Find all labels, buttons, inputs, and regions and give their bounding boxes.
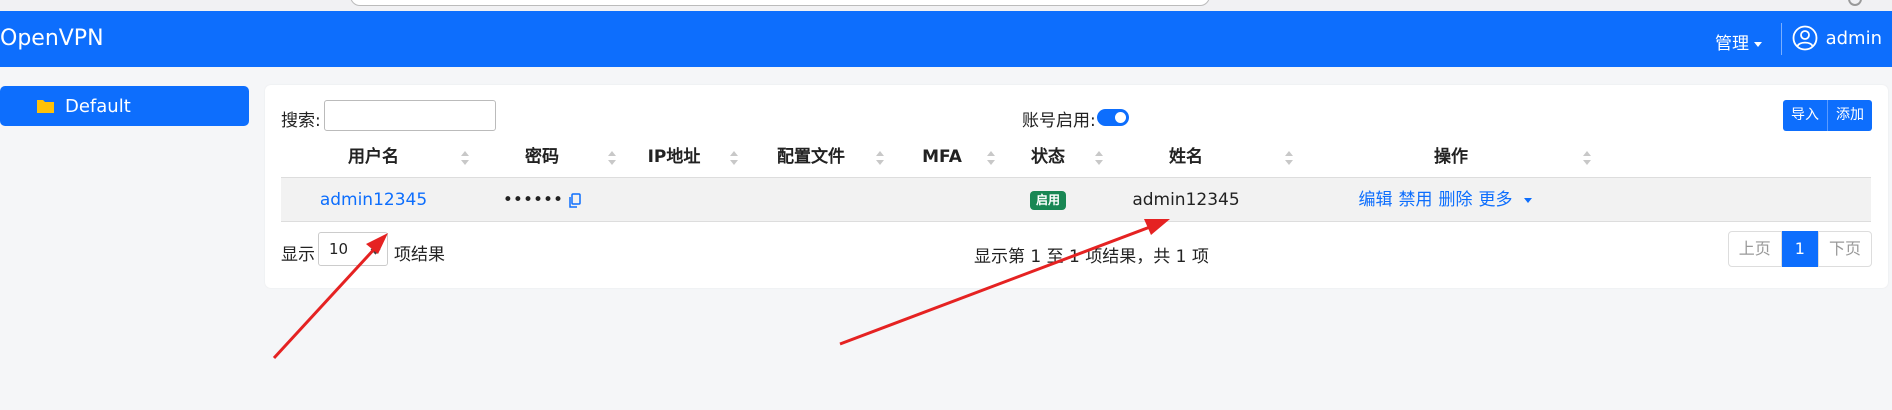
column-header-config[interactable]: 配置文件 (746, 140, 876, 175)
user-circle-icon (1792, 25, 1817, 51)
sort-icon[interactable] (730, 151, 738, 165)
caret-down-icon (1754, 41, 1762, 47)
column-header-username[interactable]: 用户名 (281, 140, 466, 175)
page-length-suffix: 项结果 (394, 245, 445, 265)
sort-icon[interactable] (876, 151, 884, 165)
user-menu-label: admin (1825, 27, 1882, 49)
import-button[interactable]: 导入 (1783, 100, 1828, 131)
column-header-password[interactable]: 密码 (477, 140, 607, 175)
chevron-down-icon (370, 244, 381, 255)
table-info: 显示第 1 至 1 项结果，共 1 项 (974, 247, 1209, 267)
toggle-knob (1115, 112, 1126, 123)
search-label: 搜索: (281, 111, 321, 131)
page-length-label: 显示 (281, 245, 315, 265)
column-header-label: 状态 (1031, 147, 1065, 167)
column-header-label: 用户名 (348, 147, 399, 167)
action-button-group: 导入 添加 (1783, 100, 1872, 131)
column-header-label: 密码 (525, 147, 559, 167)
browser-chrome-strip (0, 0, 1892, 11)
search-input[interactable] (324, 100, 496, 131)
cell-username: admin12345 (281, 178, 466, 223)
table-row: admin12345 •••••• 启用 admin12345 编辑 禁用 删除 更多 (281, 177, 1871, 222)
masked-password: •••••• (502, 190, 564, 210)
column-header-label: 姓名 (1169, 147, 1203, 167)
column-header-label: 配置文件 (777, 147, 845, 167)
sort-icon[interactable] (461, 151, 469, 165)
cell-password: •••••• (477, 178, 607, 223)
disable-link[interactable]: 禁用 (1399, 190, 1433, 210)
top-navbar: OpenVPN 管理 admin (0, 11, 1892, 67)
cell-config (746, 178, 876, 223)
column-header-status[interactable]: 状态 (1003, 140, 1093, 175)
table-header: 用户名 密码 IP地址 配置文件 MFA 状态 姓名 操作 (281, 140, 1871, 175)
edit-link[interactable]: 编辑 (1359, 190, 1393, 210)
more-dropdown[interactable]: 更多 (1479, 190, 1538, 210)
column-header-actions[interactable]: 操作 (1301, 140, 1601, 175)
sidebar-item-default[interactable]: Default (0, 86, 249, 126)
prev-page-button[interactable]: 上页 (1727, 231, 1782, 267)
cell-status: 启用 (1003, 178, 1093, 223)
users-panel: 搜索: 账号启用: 导入 添加 用户名 密码 IP地址 配置文件 MFA 状态 … (265, 85, 1888, 288)
column-header-mfa[interactable]: MFA (892, 140, 992, 175)
cell-ip (624, 178, 724, 223)
address-bar[interactable] (350, 0, 1210, 6)
sort-icon[interactable] (1095, 151, 1103, 165)
column-header-label: MFA (922, 147, 962, 167)
column-header-label: 操作 (1434, 147, 1468, 167)
pagination: 上页 1 下页 (1727, 231, 1872, 267)
column-header-label: IP地址 (647, 147, 701, 167)
browser-menu-icon[interactable] (1848, 0, 1862, 6)
navbar-divider (1781, 23, 1782, 55)
next-page-button[interactable]: 下页 (1817, 231, 1872, 267)
cell-actions: 编辑 禁用 删除 更多 (1301, 178, 1601, 223)
column-header-name[interactable]: 姓名 (1111, 140, 1261, 175)
brand-title[interactable]: OpenVPN (0, 26, 104, 51)
sort-icon[interactable] (1285, 151, 1293, 165)
sort-icon[interactable] (1583, 151, 1591, 165)
account-enabled-label: 账号启用: (1022, 111, 1096, 131)
page-number-button[interactable]: 1 (1781, 231, 1818, 267)
sidebar-item-label: Default (65, 95, 131, 117)
page-length-value: 10 (329, 240, 349, 258)
add-button[interactable]: 添加 (1828, 100, 1872, 131)
cell-mfa (892, 178, 992, 223)
sort-icon[interactable] (608, 151, 616, 165)
delete-link[interactable]: 删除 (1439, 190, 1473, 210)
caret-down-icon (1523, 197, 1532, 203)
status-badge: 启用 (1029, 190, 1066, 210)
account-enabled-toggle[interactable] (1097, 109, 1129, 126)
page-length-select[interactable]: 10 (318, 232, 388, 266)
manage-menu-label: 管理 (1715, 34, 1749, 54)
copy-icon[interactable] (569, 192, 581, 208)
sort-icon[interactable] (987, 151, 995, 165)
folder-icon (37, 100, 54, 113)
more-dropdown-label: 更多 (1478, 190, 1513, 210)
cell-name: admin12345 (1132, 190, 1240, 210)
manage-menu[interactable]: 管理 (1715, 29, 1762, 54)
user-menu[interactable]: admin (1792, 25, 1882, 51)
column-header-ip[interactable]: IP地址 (624, 140, 724, 175)
username-link[interactable]: admin12345 (320, 190, 427, 210)
